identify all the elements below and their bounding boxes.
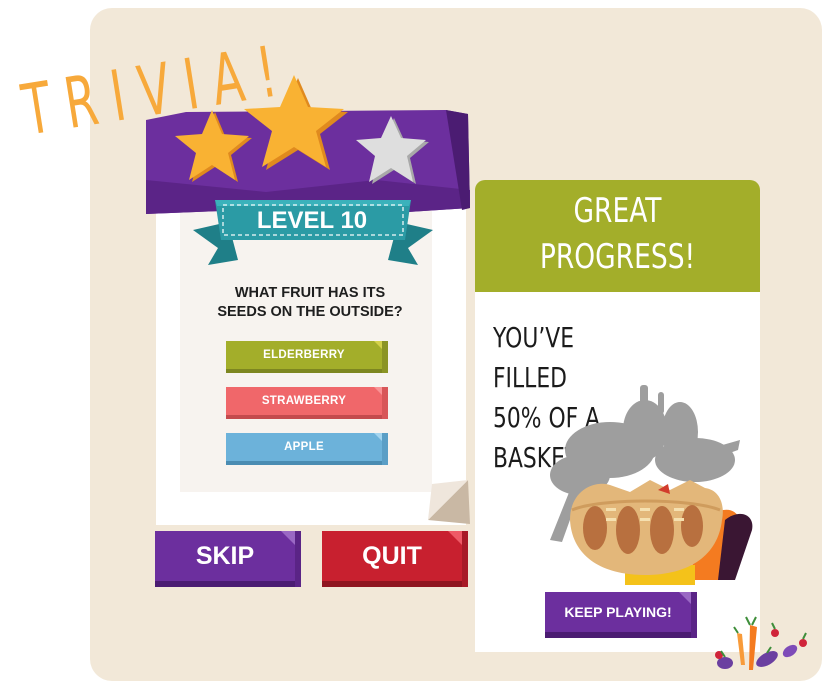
star-icon: [175, 110, 252, 182]
button-side: [691, 592, 697, 638]
button-side: [382, 387, 388, 419]
button-notch: [374, 387, 382, 395]
star-icon: [244, 75, 348, 170]
answer-label: ELDERBERRY: [226, 341, 382, 369]
button-shadow: [226, 415, 382, 419]
stars-rating: [175, 75, 429, 184]
answer-button-strawberry[interactable]: STRAWBERRY: [226, 387, 389, 421]
skip-label: SKIP: [155, 531, 295, 581]
button-side: [462, 531, 468, 587]
button-notch: [448, 531, 462, 545]
button-side: [382, 433, 388, 465]
button-notch: [374, 433, 382, 441]
answer-label: APPLE: [226, 433, 382, 461]
skip-button[interactable]: SKIP: [155, 531, 301, 587]
answer-label: STRAWBERRY: [226, 387, 382, 415]
answer-button-apple[interactable]: APPLE: [226, 433, 389, 467]
button-notch: [374, 341, 382, 349]
button-side: [295, 531, 301, 587]
level-label: LEVEL 10: [256, 207, 368, 234]
keep-playing-label: KEEP PLAYING!: [545, 592, 691, 632]
button-notch: [679, 592, 691, 604]
vegetables-logo-icon: [715, 616, 807, 670]
button-notch: [281, 531, 295, 545]
button-side: [382, 341, 388, 373]
progress-title: GREAT PROGRESS!: [539, 191, 696, 277]
button-shadow: [545, 632, 697, 638]
answer-button-elderberry[interactable]: ELDERBERRY: [226, 341, 389, 375]
quit-label: QUIT: [322, 531, 462, 581]
button-shadow: [322, 581, 468, 587]
question-line: WHAT FRUIT HAS ITS SEEDS ON THE OUTSIDE?: [217, 285, 403, 320]
button-shadow: [226, 369, 382, 373]
button-shadow: [226, 461, 382, 465]
question-text: WHAT FRUIT HAS ITS SEEDS ON THE OUTSIDE?: [190, 284, 430, 322]
quit-button[interactable]: QUIT: [322, 531, 468, 587]
star-icon: [356, 116, 429, 184]
button-shadow: [155, 581, 301, 587]
paper-fold: [428, 480, 470, 524]
basket-icon: [550, 385, 753, 585]
keep-playing-button[interactable]: KEEP PLAYING!: [545, 592, 697, 638]
